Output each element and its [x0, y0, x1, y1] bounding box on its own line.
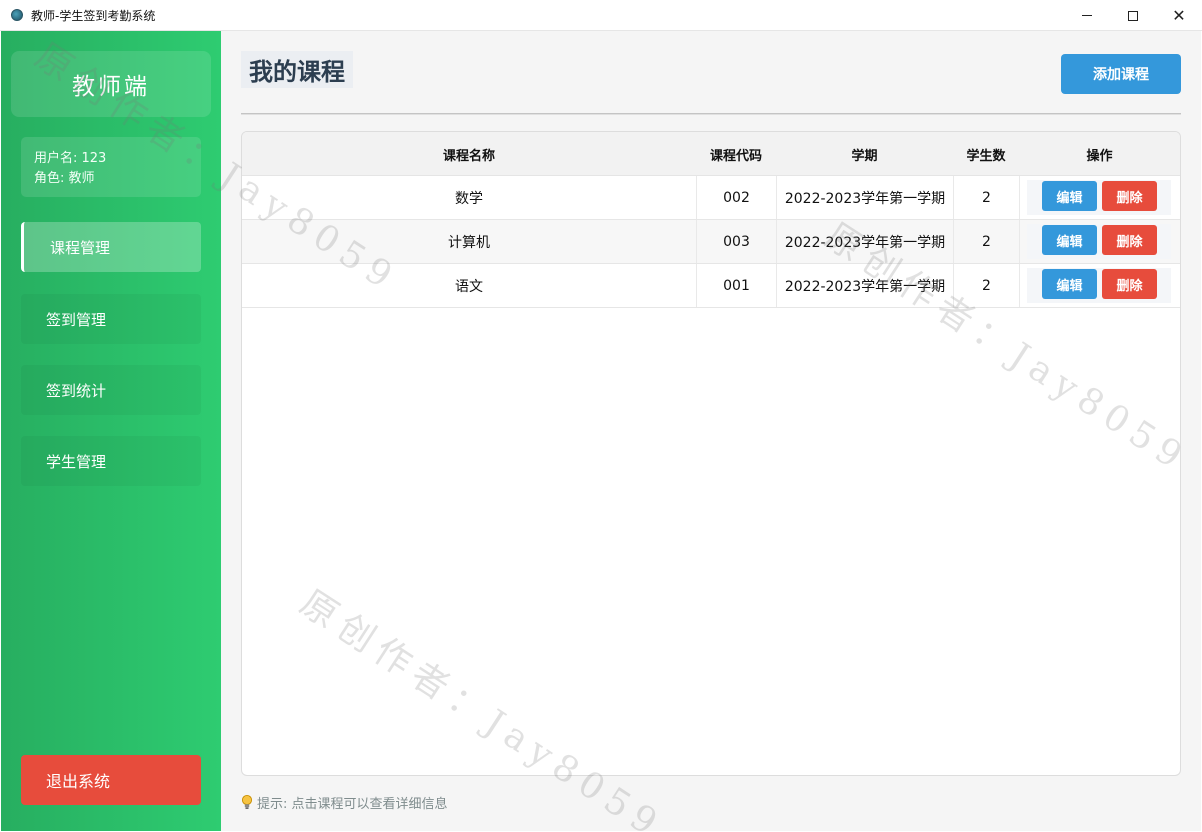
hint-label: 提示: 点击课程可以查看详细信息 [257, 796, 448, 812]
sidebar-item-checkin-statistics[interactable]: 签到统计 [21, 365, 201, 415]
edit-button[interactable]: 编辑 [1042, 269, 1097, 299]
course-code-cell: 002 [696, 176, 776, 219]
minimize-button[interactable] [1064, 0, 1110, 31]
username-label: 用户名: 123 [34, 151, 107, 166]
course-table: 课程名称 课程代码 学期 学生数 操作 数学 002 2022-2023学年第一… [241, 131, 1181, 776]
course-code-cell: 001 [696, 264, 776, 307]
main-content: 我的课程 添加课程 课程名称 课程代码 学期 学生数 操作 数学 002 202… [221, 31, 1201, 831]
page-title: 我的课程 [241, 51, 353, 88]
course-name-cell: 数学 [455, 190, 483, 207]
sidebar: 教师端 用户名: 123 角色: 教师 课程管理 签到管理 签到统计 学生管理 … [1, 31, 221, 831]
hint-text: 提示: 点击课程可以查看详细信息 [241, 793, 448, 812]
table-row[interactable]: 语文 001 2022-2023学年第一学期 2 编辑 删除 [242, 264, 1180, 308]
course-name-cell: 语文 [455, 278, 483, 295]
column-header-student-count: 学生数 [966, 148, 1006, 164]
course-code-cell: 003 [696, 220, 776, 263]
student-count-cell: 2 [953, 220, 1019, 263]
course-name-cell: 计算机 [448, 234, 490, 251]
edit-button[interactable]: 编辑 [1042, 225, 1097, 255]
course-term-cell: 2022-2023学年第一学期 [776, 220, 953, 263]
sidebar-brand: 教师端 [11, 51, 211, 117]
column-header-code: 课程代码 [709, 148, 762, 164]
delete-button[interactable]: 删除 [1102, 181, 1157, 211]
close-button[interactable]: ✕ [1156, 0, 1202, 31]
role-label: 角色: 教师 [34, 171, 95, 186]
app-icon [11, 9, 23, 21]
header-divider [241, 113, 1181, 115]
delete-button[interactable]: 删除 [1102, 269, 1157, 299]
window-title: 教师-学生签到考勤系统 [31, 8, 156, 23]
sidebar-item-checkin-management[interactable]: 签到管理 [21, 294, 201, 344]
student-count-cell: 2 [953, 264, 1019, 307]
student-count-cell: 2 [953, 176, 1019, 219]
maximize-icon [1128, 10, 1138, 21]
course-term-cell: 2022-2023学年第一学期 [776, 176, 953, 219]
lightbulb-icon [241, 794, 253, 809]
logout-button[interactable]: 退出系统 [21, 755, 201, 805]
maximize-button[interactable] [1110, 0, 1156, 31]
column-header-actions: 操作 [1086, 148, 1113, 164]
table-row[interactable]: 数学 002 2022-2023学年第一学期 2 编辑 删除 [242, 176, 1180, 220]
edit-button[interactable]: 编辑 [1042, 181, 1097, 211]
course-term-cell: 2022-2023学年第一学期 [776, 264, 953, 307]
add-course-button[interactable]: 添加课程 [1061, 54, 1181, 94]
table-row[interactable]: 计算机 003 2022-2023学年第一学期 2 编辑 删除 [242, 220, 1180, 264]
close-icon: ✕ [1172, 5, 1186, 25]
table-header: 课程名称 课程代码 学期 学生数 操作 [242, 132, 1180, 176]
sidebar-item-course-management[interactable]: 课程管理 [21, 222, 201, 272]
column-header-name: 课程名称 [442, 148, 495, 164]
user-info-panel: 用户名: 123 角色: 教师 [21, 137, 201, 197]
minimize-icon [1082, 15, 1092, 16]
sidebar-item-student-management[interactable]: 学生管理 [21, 436, 201, 486]
column-header-term: 学期 [851, 148, 878, 164]
delete-button[interactable]: 删除 [1102, 225, 1157, 255]
window-titlebar: 教师-学生签到考勤系统 ✕ [0, 0, 1202, 31]
